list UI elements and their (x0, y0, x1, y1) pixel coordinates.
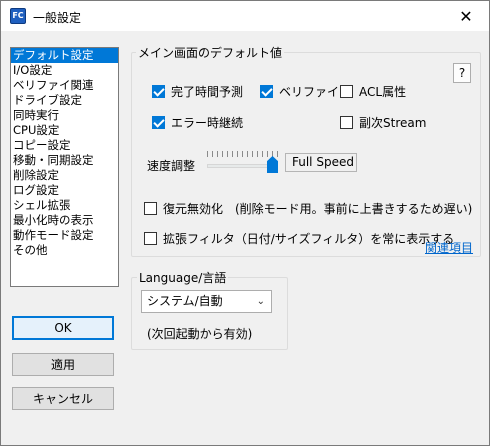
list-item[interactable]: デフォルト設定 (11, 48, 118, 63)
verify-label: ベリファイ (279, 85, 340, 99)
list-item[interactable]: シェル拡張 (11, 198, 118, 213)
acl-checkbox[interactable]: ACL属性 (340, 83, 406, 100)
language-select-value: システム/自動 (147, 294, 223, 308)
list-item[interactable]: 削除設定 (11, 168, 118, 183)
window-title: 一般設定 (33, 11, 82, 25)
list-item[interactable]: ベリファイ関連 (11, 78, 118, 93)
list-item[interactable]: 最小化時の表示 (11, 213, 118, 228)
close-icon: ✕ (459, 7, 473, 26)
verify-checkbox[interactable]: ベリファイ (260, 83, 339, 100)
checkbox-box (340, 85, 353, 98)
list-item[interactable]: コピー設定 (11, 138, 118, 153)
language-group-title: Language/言語 (137, 269, 229, 286)
stream-checkbox[interactable]: 副次Stream (340, 114, 426, 131)
apply-button[interactable]: 適用 (12, 353, 114, 376)
ok-button[interactable]: OK (12, 316, 114, 340)
settings-category-list[interactable]: デフォルト設定 I/O設定 ベリファイ関連 ドライブ設定 同時実行 CPU設定 … (10, 47, 119, 287)
cancel-button[interactable]: キャンセル (12, 387, 114, 410)
help-button[interactable]: ? (453, 63, 471, 83)
list-item[interactable]: ドライブ設定 (11, 93, 118, 108)
speed-value: Full Speed (285, 153, 357, 172)
settings-dialog: FC 一般設定 ✕ デフォルト設定 I/O設定 ベリファイ関連 ドライブ設定 同… (0, 0, 490, 446)
estimate-label: 完了時間予測 (171, 85, 244, 99)
list-item[interactable]: その他 (11, 243, 118, 258)
ext-filter-checkbox[interactable]: 拡張フィルタ（日付/サイズフィルタ）を常に表示する (144, 230, 454, 247)
restore-disable-checkbox[interactable]: 復元無効化 (削除モード用。事前に上書きするため遅い) (144, 200, 472, 217)
restore-disable-label: 復元無効化 (削除モード用。事前に上書きするため遅い) (163, 202, 473, 216)
list-item[interactable]: 動作モード設定 (11, 228, 118, 243)
list-item[interactable]: I/O設定 (11, 63, 118, 78)
stream-label: 副次Stream (359, 116, 427, 130)
chevron-down-icon: ⌄ (256, 296, 265, 307)
acl-label: ACL属性 (359, 85, 407, 99)
app-icon: FC (10, 8, 26, 24)
continue-on-error-checkbox[interactable]: エラー時継続 (152, 114, 243, 131)
slider-track (207, 164, 273, 168)
speed-slider[interactable] (207, 151, 279, 173)
ext-filter-label: 拡張フィルタ（日付/サイズフィルタ）を常に表示する (163, 232, 455, 246)
list-item[interactable]: 移動・同期設定 (11, 153, 118, 168)
title-bar: FC 一般設定 ✕ (1, 1, 489, 32)
speed-label: 速度調整 (147, 159, 196, 173)
continue-on-error-label: エラー時継続 (171, 116, 244, 130)
checkbox-box (144, 202, 157, 215)
checkbox-box (152, 85, 165, 98)
list-item[interactable]: CPU設定 (11, 123, 118, 138)
main-defaults-group-title: メイン画面のデフォルト値 (136, 44, 285, 61)
language-select[interactable]: システム/自動 ⌄ (141, 290, 272, 313)
close-button[interactable]: ✕ (443, 1, 489, 32)
list-item[interactable]: 同時実行 (11, 108, 118, 123)
checkbox-box (340, 116, 353, 129)
checkbox-box (152, 116, 165, 129)
checkbox-box (260, 85, 273, 98)
estimate-checkbox[interactable]: 完了時間予測 (152, 83, 243, 100)
language-note: (次回起動から有効) (147, 327, 253, 341)
checkbox-box (144, 232, 157, 245)
list-item[interactable]: ログ設定 (11, 183, 118, 198)
related-items-link[interactable]: 関連項目 (425, 239, 473, 256)
slider-ticks (207, 151, 279, 157)
slider-thumb[interactable] (267, 156, 278, 173)
